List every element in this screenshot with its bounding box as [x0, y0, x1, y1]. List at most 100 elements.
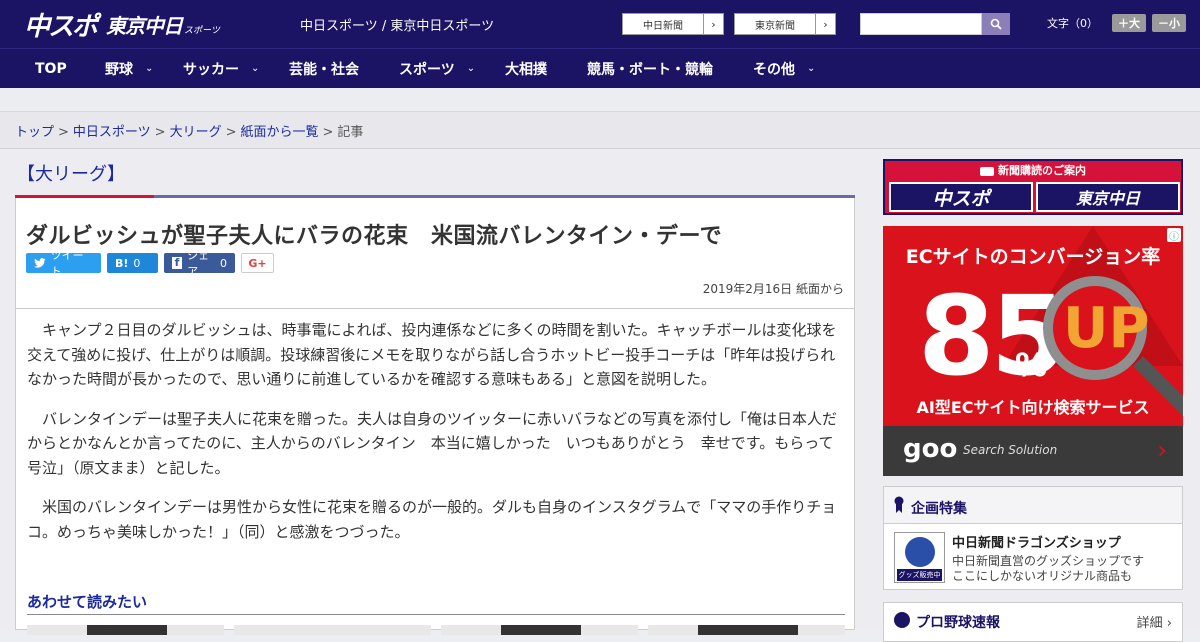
- facebook-share-button[interactable]: f シェア 0: [164, 249, 235, 278]
- related-thumbnail[interactable]: [27, 625, 224, 635]
- breadcrumb-chunichi-sports[interactable]: 中日スポーツ: [73, 125, 151, 140]
- hatena-count: 0: [133, 256, 141, 270]
- ad-percent: %: [1015, 346, 1048, 384]
- nav-item-sports[interactable]: スポーツ ⌄: [399, 59, 475, 79]
- tokyo-shimbun-label: 東京新聞: [755, 20, 795, 32]
- facebook-count: 0: [220, 256, 227, 270]
- subscription-banner: 新聞購読のご案内 中スポ 東京中日: [883, 159, 1183, 215]
- goods-label: グッズ販売中: [897, 569, 942, 581]
- article-body: キャンプ２日目のダルビッシュは、時事電によれば、投内連係などに多くの時間を割いた…: [27, 318, 845, 559]
- mascot-icon: [905, 537, 935, 567]
- nav-label: 競馬・ボート・競輪: [587, 61, 713, 78]
- category-label[interactable]: 【大リーグ】: [17, 160, 125, 186]
- chevron-right-icon: ›: [1157, 436, 1167, 464]
- tokyo-shimbun-link[interactable]: 東京新聞 ›: [734, 13, 836, 35]
- font-smaller-button[interactable]: －小: [1152, 14, 1186, 32]
- ad-brand-sub: Search Solution: [963, 443, 1058, 457]
- google-plus-button[interactable]: G+: [241, 253, 274, 273]
- nav-item-soccer[interactable]: サッカー ⌄: [183, 59, 259, 79]
- nav-label: 大相撲: [505, 61, 547, 78]
- hatena-icon: B!: [115, 256, 129, 270]
- baseball-heading: プロ野球速報: [916, 615, 1000, 631]
- chunichi-shimbun-label: 中日新聞: [643, 20, 683, 32]
- search-input[interactable]: [860, 13, 982, 35]
- font-size-control: 文字（0） ＋大 －小: [1047, 14, 1186, 32]
- logo-sports: スポーツ: [184, 25, 220, 36]
- ad-info-icon[interactable]: ⓘ: [1167, 228, 1181, 243]
- chevron-down-icon: ⌄: [466, 63, 476, 74]
- advertisement[interactable]: ECサイトのコンバージョン率 85 % UP AI型ECサイト向け検索サービス …: [883, 226, 1183, 476]
- top-header: 中スポ 東京中日 スポーツ 中日スポーツ / 東京中日スポーツ 中日新聞 › 東…: [0, 0, 1200, 48]
- nav-item-racing[interactable]: 競馬・ボート・競輪: [587, 59, 713, 79]
- thumbnail-image: [501, 625, 581, 635]
- subscribe-chusupo-button[interactable]: 中スポ: [889, 182, 1033, 212]
- related-thumbnail[interactable]: [234, 625, 431, 635]
- nav-item-sumo[interactable]: 大相撲: [505, 59, 547, 79]
- article-paragraph: 米国のバレンタインデーは男性から女性に花束を贈るのが一般的。ダルも自身のインスタ…: [27, 498, 837, 541]
- article-paragraph: キャンプ２日目のダルビッシュは、時事電によれば、投内連係などに多くの時間を割いた…: [27, 321, 837, 388]
- nav-label: 野球: [105, 61, 133, 78]
- nav-item-entertainment[interactable]: 芸能・社会: [289, 59, 359, 79]
- divider: [16, 308, 854, 309]
- goo-logo: goo: [903, 434, 958, 464]
- feature-heading: 企画特集: [911, 501, 967, 517]
- category-heading: 【大リーグ】: [15, 157, 855, 198]
- subscribe-tokyo-chunichi-button[interactable]: 東京中日: [1036, 182, 1180, 212]
- nav-label: 芸能・社会: [289, 61, 359, 78]
- chevron-down-icon: ⌄: [251, 63, 260, 74]
- related-thumbnail[interactable]: [441, 625, 638, 635]
- breadcrumb-sep: >: [154, 125, 166, 140]
- logo-tokyo-chunichi: 東京中日: [106, 13, 183, 38]
- nav-item-other[interactable]: その他 ⌄: [753, 59, 815, 79]
- search-button[interactable]: [982, 13, 1010, 35]
- baseball-more-link[interactable]: 詳細 ›: [1137, 612, 1172, 631]
- article-date: 2019年2月16日 紙面から: [702, 282, 844, 296]
- thumbnail-image: [698, 625, 798, 635]
- nav-label: スポーツ: [399, 61, 455, 78]
- feature-item-desc: ここにしかないオリジナル商品も: [952, 569, 1133, 583]
- nav-item-baseball[interactable]: 野球 ⌄: [105, 59, 153, 79]
- facebook-label: シェア: [187, 249, 210, 278]
- twitter-icon: [34, 258, 46, 268]
- chevron-down-icon: ⌄: [807, 63, 816, 74]
- baseball-icon: [894, 612, 910, 628]
- ad-footer: goo Search Solution ›: [883, 426, 1183, 476]
- related-thumbnail[interactable]: [648, 625, 845, 635]
- subscription-heading-text: 新聞購読のご案内: [998, 164, 1086, 177]
- nav-label: その他: [753, 61, 795, 78]
- ad-subtext: AI型ECサイト向け検索サービス: [916, 398, 1150, 417]
- ad-up: UP: [1063, 296, 1150, 361]
- spacer-band: [0, 88, 1200, 112]
- feature-item-title[interactable]: 中日新聞ドラゴンズショップ: [952, 532, 1121, 551]
- newspaper-icon: [980, 166, 994, 176]
- font-larger-button[interactable]: ＋大: [1112, 14, 1146, 32]
- chevron-right-icon: ›: [703, 14, 723, 34]
- thumbnail-image: [87, 625, 167, 635]
- main-nav: TOP 野球 ⌄ サッカー ⌄ 芸能・社会 スポーツ ⌄ 大相撲 競馬・ボート・競輪 …: [0, 48, 1200, 88]
- tweet-label: ツイート: [50, 249, 84, 278]
- search-box: [860, 13, 1010, 35]
- chevron-down-icon: ⌄: [145, 63, 154, 74]
- dragons-shop-image[interactable]: グッズ販売中: [894, 532, 945, 583]
- font-size-label: 文字（0）: [1047, 17, 1098, 30]
- tweet-button[interactable]: ツイート: [26, 249, 101, 278]
- related-heading: あわせて読みたい: [27, 593, 148, 611]
- breadcrumb-sep: >: [58, 125, 69, 140]
- hatena-bookmark-button[interactable]: B! 0: [107, 253, 158, 273]
- subscription-heading: 新聞購読のご案内: [885, 162, 1181, 178]
- related-thumbnails: [27, 625, 845, 635]
- facebook-icon: f: [172, 257, 183, 269]
- nav-item-top[interactable]: TOP: [35, 61, 67, 77]
- search-icon: [990, 18, 1002, 30]
- breadcrumb-sep: >: [322, 125, 334, 140]
- breadcrumb-mlb[interactable]: 大リーグ: [170, 125, 222, 140]
- ribbon-icon: [894, 496, 904, 514]
- breadcrumb-print-list[interactable]: 紙面から一覧: [241, 125, 319, 140]
- breadcrumb-top[interactable]: トップ: [15, 125, 54, 140]
- feature-box: 企画特集 グッズ販売中 中日新聞ドラゴンズショップ 中日新聞直営のグッズショップ…: [883, 486, 1183, 590]
- chunichi-shimbun-link[interactable]: 中日新聞 ›: [622, 13, 724, 35]
- breadcrumb: トップ > 中日スポーツ > 大リーグ > 紙面から一覧 > 記事: [15, 121, 363, 140]
- divider: [27, 614, 845, 615]
- site-title: 中日スポーツ / 東京中日スポーツ: [300, 19, 495, 34]
- site-logo[interactable]: 中スポ 東京中日 スポーツ: [24, 8, 220, 42]
